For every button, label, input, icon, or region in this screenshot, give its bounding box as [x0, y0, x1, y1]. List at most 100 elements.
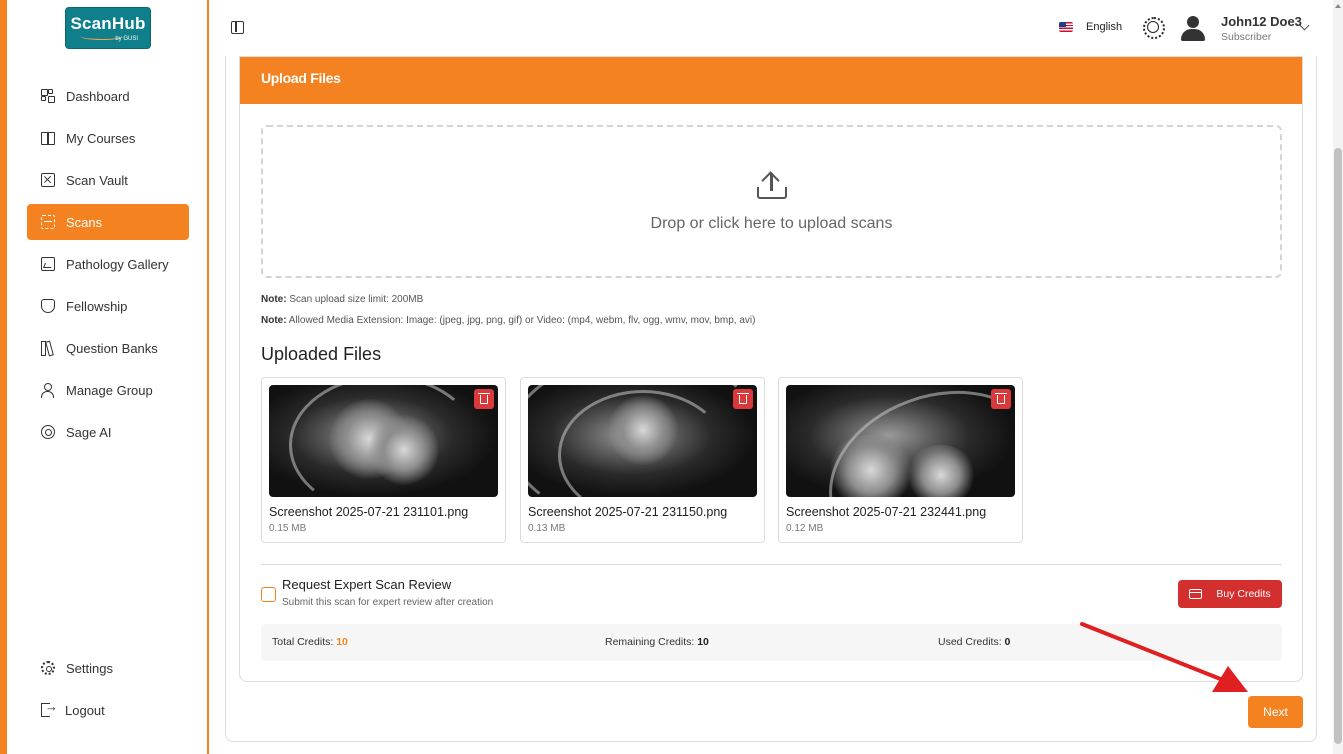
scanhub-logo[interactable]: ScanHub by GUSI: [65, 7, 151, 49]
sidebar-item-label: Manage Group: [66, 382, 153, 398]
topbar: English John12 Doe3 Subscriber: [211, 0, 1333, 56]
upload-card-title: Upload Files: [261, 70, 341, 86]
logout-icon: [41, 700, 58, 717]
language-label: English: [1086, 21, 1123, 33]
sidebar-item-settings[interactable]: Settings: [27, 650, 189, 686]
file-size: 0.12 MB: [786, 523, 824, 534]
remaining-credits-value: 10: [697, 636, 709, 648]
note-text: Scan upload size limit: 200MB: [286, 294, 424, 305]
file-size: 0.15 MB: [269, 523, 307, 534]
buy-credits-button[interactable]: Buy Credits: [1178, 580, 1282, 608]
us-flag-icon: [1059, 22, 1073, 32]
file-name: Screenshot 2025-07-21 231150.png: [528, 505, 728, 519]
upload-card: Upload Files Drop or click here to uploa…: [239, 56, 1303, 682]
total-credits-label: Total Credits:: [272, 636, 334, 648]
expert-review-checkbox[interactable]: [261, 587, 276, 602]
logo-subtext: by GUSI: [115, 36, 138, 42]
allowed-extensions-note: Note: Allowed Media Extension: Image: (j…: [261, 315, 755, 326]
next-label: Next: [1263, 705, 1288, 719]
delete-file-button[interactable]: [733, 389, 753, 409]
left-accent-stripe: [0, 0, 7, 754]
gallery-icon: [41, 257, 55, 271]
sidebar-item-scans[interactable]: Scans: [27, 204, 189, 240]
uploaded-file-card: Screenshot 2025-07-21 231150.png 0.13 MB: [520, 377, 765, 543]
upload-card-header: Upload Files: [240, 57, 1302, 104]
section-divider: [261, 564, 1282, 565]
sidebar-item-label: Logout: [65, 702, 105, 718]
sidebar-item-label: Fellowship: [66, 298, 128, 314]
scan-icon: [41, 215, 55, 229]
sidebar-toggle-icon[interactable]: [231, 21, 244, 34]
scrollbar-thumb[interactable]: [1334, 148, 1342, 744]
expert-review-title[interactable]: Request Expert Scan Review: [282, 577, 451, 592]
scan-thumbnail[interactable]: [786, 385, 1015, 497]
credit-card-icon: [1189, 589, 1203, 599]
upload-dropzone[interactable]: Drop or click here to upload scans: [261, 125, 1282, 278]
note-text: Allowed Media Extension: Image: (jpeg, j…: [286, 315, 756, 326]
used-credits: Used Credits: 0: [938, 636, 1010, 648]
sidebar-item-pathology-gallery[interactable]: Pathology Gallery: [27, 246, 189, 282]
user-role: Subscriber: [1221, 31, 1272, 43]
total-credits: Total Credits: 10: [272, 636, 348, 648]
scan-thumbnail[interactable]: [269, 385, 498, 497]
sidebar-item-label: Scan Vault: [66, 172, 128, 188]
sidebar-item-dashboard[interactable]: Dashboard: [27, 78, 189, 114]
next-button[interactable]: Next: [1248, 696, 1303, 728]
sidebar-item-question-banks[interactable]: Question Banks: [27, 330, 189, 366]
avatar[interactable]: [1180, 16, 1206, 42]
file-size: 0.13 MB: [528, 523, 566, 534]
file-name: Screenshot 2025-07-21 231101.png: [269, 505, 469, 519]
sidebar-item-label: Dashboard: [66, 88, 130, 104]
note-label: Note:: [261, 315, 287, 326]
gear-icon: [41, 661, 55, 675]
sidebar: ScanHub by GUSI Dashboard My Courses Sca…: [7, 0, 209, 754]
trash-icon: [997, 395, 1005, 404]
expert-review-subtitle: Submit this scan for expert review after…: [282, 597, 494, 608]
theme-toggle-sun-icon[interactable]: [1143, 17, 1165, 39]
dropzone-text: Drop or click here to upload scans: [650, 215, 893, 232]
books-icon: [41, 341, 55, 356]
trash-icon: [739, 395, 747, 404]
users-icon: [41, 383, 55, 398]
sidebar-item-label: Pathology Gallery: [66, 256, 169, 272]
sidebar-item-label: Scans: [66, 214, 103, 230]
scan-thumbnail[interactable]: [528, 385, 757, 497]
uploaded-files-title: Uploaded Files: [261, 344, 382, 364]
sidebar-item-label: My Courses: [66, 130, 136, 146]
sidebar-item-fellowship[interactable]: Fellowship: [27, 288, 189, 324]
user-name[interactable]: John12 Doe3: [1221, 14, 1302, 29]
used-credits-label: Used Credits:: [938, 636, 1002, 648]
scroll-up-arrow-icon[interactable]: [1335, 4, 1341, 8]
upload-size-note: Note: Scan upload size limit: 200MB: [261, 294, 423, 305]
vault-icon: [41, 173, 55, 187]
sidebar-item-sage-ai[interactable]: Sage AI: [27, 414, 189, 450]
sidebar-bottom-nav: Settings Logout: [27, 650, 189, 734]
sidebar-item-scan-vault[interactable]: Scan Vault: [27, 162, 189, 198]
remaining-credits: Remaining Credits: 10: [605, 636, 709, 648]
upload-icon: [757, 171, 787, 201]
used-credits-value: 0: [1004, 636, 1011, 648]
language-selector[interactable]: English: [1059, 21, 1122, 33]
sidebar-item-label: Settings: [66, 660, 113, 676]
book-icon: [41, 131, 55, 145]
shield-icon: [41, 299, 55, 313]
trash-icon: [480, 395, 488, 404]
grid-icon: [41, 89, 55, 103]
credits-summary: Total Credits: 10 Remaining Credits: 10 …: [261, 624, 1282, 661]
sidebar-item-label: Sage AI: [66, 424, 112, 440]
total-credits-value: 10: [336, 636, 348, 648]
ai-icon: [41, 425, 55, 439]
logo-text: ScanHub: [70, 14, 146, 33]
uploaded-file-card: Screenshot 2025-07-21 231101.png 0.15 MB: [261, 377, 506, 543]
sidebar-item-label: Question Banks: [66, 340, 158, 356]
sidebar-item-manage-group[interactable]: Manage Group: [27, 372, 189, 408]
file-name: Screenshot 2025-07-21 232441.png: [786, 505, 987, 519]
remaining-credits-label: Remaining Credits:: [605, 636, 695, 648]
delete-file-button[interactable]: [991, 389, 1011, 409]
note-label: Note:: [261, 294, 287, 305]
delete-file-button[interactable]: [474, 389, 494, 409]
sidebar-nav: Dashboard My Courses Scan Vault Scans Pa…: [27, 78, 189, 456]
uploaded-file-card: Screenshot 2025-07-21 232441.png 0.12 MB: [778, 377, 1023, 543]
sidebar-item-my-courses[interactable]: My Courses: [27, 120, 189, 156]
sidebar-item-logout[interactable]: Logout: [27, 692, 189, 728]
